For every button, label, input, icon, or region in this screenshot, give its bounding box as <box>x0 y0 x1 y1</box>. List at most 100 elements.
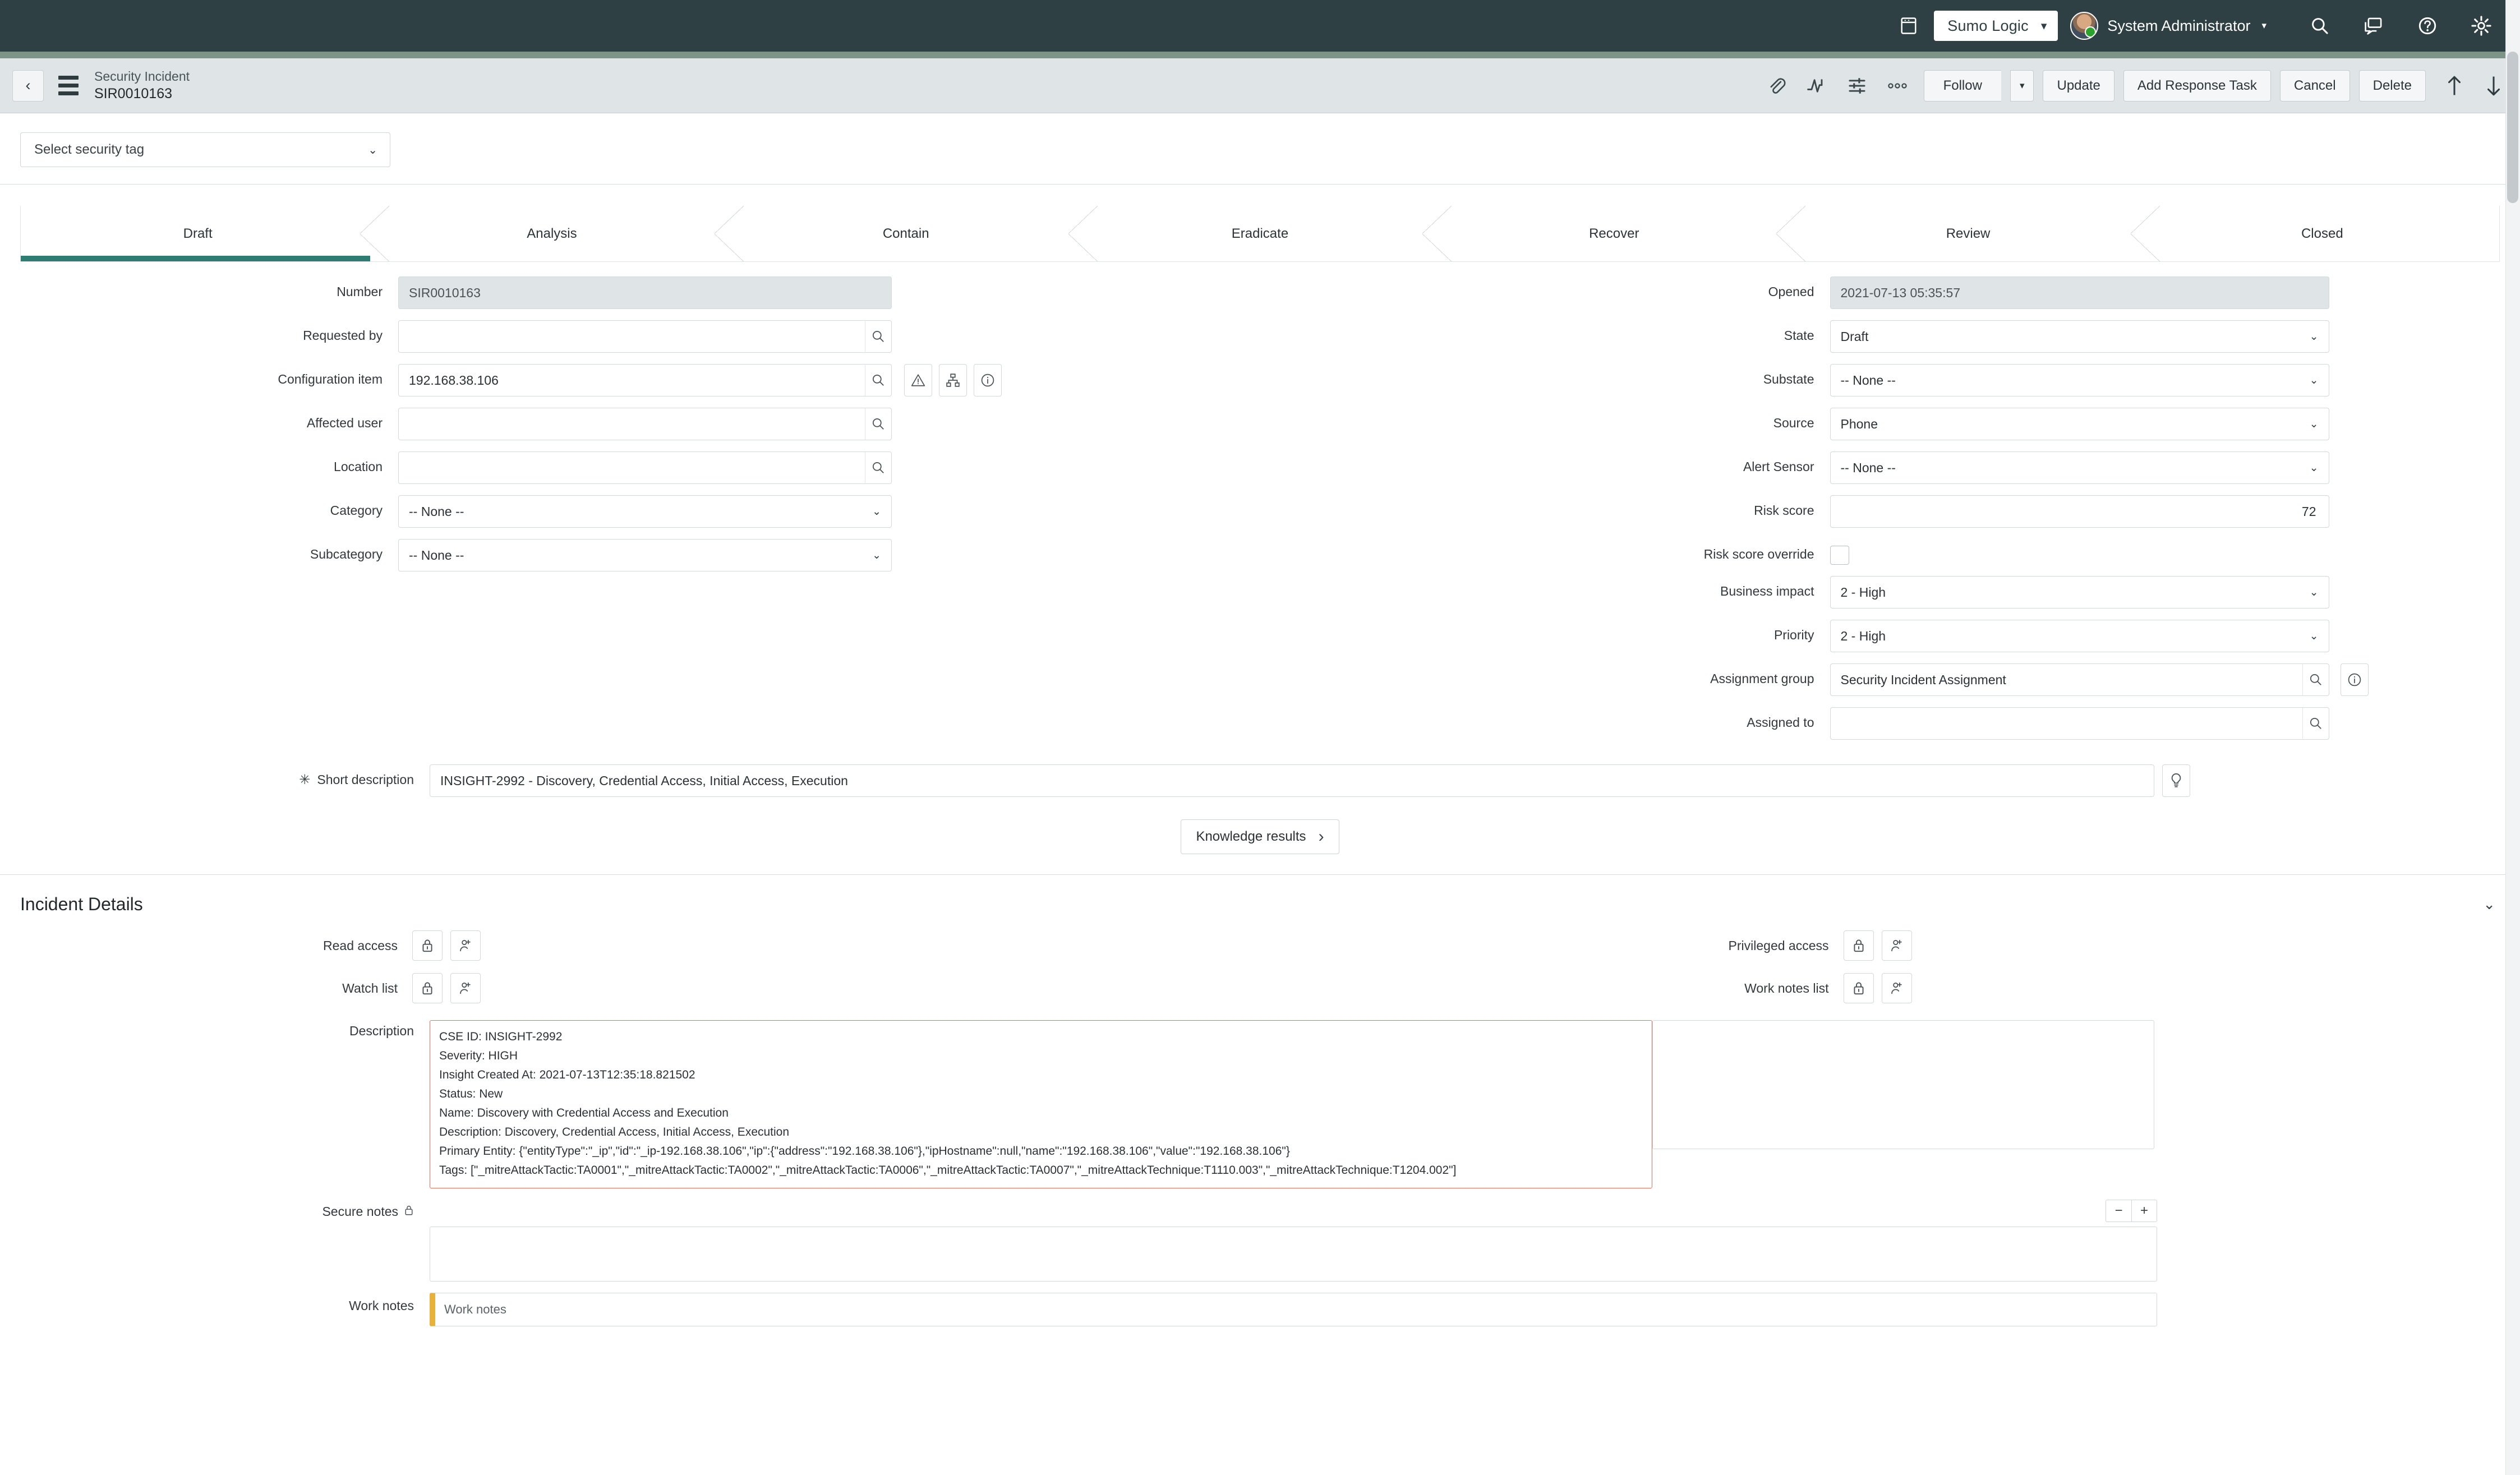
assignment-group-input[interactable]: Security Incident Assignment <box>1830 663 2302 696</box>
add-response-task-button[interactable]: Add Response Task <box>2123 70 2271 102</box>
conversations-icon[interactable] <box>2356 8 2391 43</box>
category-select[interactable]: -- None -- ⌄ <box>398 495 892 528</box>
application-picker[interactable]: Sumo Logic ▾ <box>1934 11 2058 41</box>
delete-button[interactable]: Delete <box>2359 70 2426 102</box>
flow-step-eradicate[interactable]: Eradicate <box>1083 206 1437 261</box>
paperclip-icon[interactable] <box>1765 74 1788 98</box>
cancel-button[interactable]: Cancel <box>2280 70 2350 102</box>
search-icon[interactable] <box>865 451 892 484</box>
secure-notes-textarea[interactable] <box>430 1227 2157 1282</box>
assignment-group-control: Security Incident Assignment <box>1830 663 2369 696</box>
risk-score-input[interactable]: 72 <box>1830 495 2329 528</box>
alert-sensor-select[interactable]: -- None -- ⌄ <box>1830 451 2329 484</box>
flow-step-review[interactable]: Review <box>1791 206 2145 261</box>
lock-icon[interactable] <box>1844 930 1874 961</box>
risk-score-override-checkbox[interactable] <box>1830 546 1849 565</box>
flow-step-draft[interactable]: Draft <box>21 206 375 261</box>
form-body: Number SIR0010163 Requested by C <box>0 262 2520 874</box>
number-input: SIR0010163 <box>398 276 892 309</box>
description-line: Description: Discovery, Credential Acces… <box>439 1123 1643 1142</box>
lock-icon[interactable] <box>412 973 443 1003</box>
info-icon[interactable] <box>2341 663 2369 696</box>
search-icon[interactable] <box>865 364 892 397</box>
add-user-icon[interactable] <box>1882 930 1912 961</box>
search-icon[interactable] <box>865 408 892 440</box>
gear-icon[interactable] <box>2464 8 2499 43</box>
location-label: Location <box>0 451 398 474</box>
sliders-icon[interactable] <box>1845 74 1869 98</box>
chevron-down-icon: ⌄ <box>872 549 881 562</box>
knowledge-results-label: Knowledge results <box>1196 829 1306 845</box>
hierarchy-icon[interactable] <box>939 364 967 397</box>
security-tag-row: Select security tag ⌄ <box>0 113 2520 184</box>
short-description-row: ✳ Short description INSIGHT-2992 - Disco… <box>0 751 2520 797</box>
incident-details-header[interactable]: Incident Details ⌄ <box>0 874 2520 930</box>
state-control: Draft ⌄ <box>1830 320 2329 353</box>
add-user-icon[interactable] <box>1882 973 1912 1003</box>
scrollbar-thumb[interactable] <box>2507 52 2518 203</box>
flow-step-contain[interactable]: Contain <box>729 206 1083 261</box>
secure-notes-label-wrap: Secure notes <box>0 1200 430 1219</box>
add-user-icon[interactable] <box>450 973 481 1003</box>
more-icon[interactable] <box>1886 74 1909 98</box>
source-select[interactable]: Phone ⌄ <box>1830 408 2329 440</box>
update-button[interactable]: Update <box>2043 70 2114 102</box>
priority-select[interactable]: 2 - High ⌄ <box>1830 620 2329 652</box>
warning-icon[interactable] <box>904 364 932 397</box>
subcategory-select[interactable]: -- None -- ⌄ <box>398 539 892 571</box>
risk-score-label: Risk score <box>1260 495 1830 518</box>
follow-button[interactable]: Follow <box>1924 70 2001 102</box>
help-icon[interactable] <box>2410 8 2445 43</box>
substate-select[interactable]: -- None -- ⌄ <box>1830 364 2329 397</box>
state-select[interactable]: Draft ⌄ <box>1830 320 2329 353</box>
back-button[interactable]: ‹ <box>12 70 44 102</box>
location-input[interactable] <box>398 451 865 484</box>
search-icon[interactable] <box>2302 707 2329 740</box>
category-value: -- None -- <box>409 504 464 519</box>
business-impact-select[interactable]: 2 - High ⌄ <box>1830 576 2329 609</box>
secure-notes-control: − + <box>430 1200 2157 1282</box>
search-icon[interactable] <box>865 320 892 353</box>
search-icon[interactable] <box>2302 8 2337 43</box>
follow-dropdown-button[interactable]: ▾ <box>2010 70 2034 102</box>
header-icon-group <box>1765 74 1909 98</box>
add-user-icon[interactable] <box>450 930 481 961</box>
flow-step-label: Draft <box>183 226 213 242</box>
search-icon[interactable] <box>2302 663 2329 696</box>
security-tag-select[interactable]: Select security tag ⌄ <box>20 132 390 167</box>
short-description-input[interactable]: INSIGHT-2992 - Discovery, Credential Acc… <box>430 764 2154 797</box>
secure-notes-row: Secure notes − + <box>0 1200 2520 1282</box>
next-record-icon[interactable] <box>2482 74 2505 98</box>
activity-icon[interactable] <box>1805 74 1828 98</box>
lock-icon[interactable] <box>1844 973 1874 1003</box>
flow-step-closed[interactable]: Closed <box>2145 206 2499 261</box>
field-row-subcategory: Subcategory -- None -- ⌄ <box>0 539 1260 571</box>
chevron-down-icon: ⌄ <box>2310 418 2319 431</box>
requested-by-input[interactable] <box>398 320 865 353</box>
page-scrollbar[interactable] <box>2505 0 2520 1475</box>
description-textarea[interactable]: CSE ID: INSIGHT-2992 Severity: HIGH Insi… <box>430 1020 1652 1188</box>
flow-step-label: Analysis <box>527 226 577 242</box>
context-menu-icon[interactable] <box>58 76 79 95</box>
short-description-label: Short description <box>317 772 414 787</box>
user-menu[interactable]: System Administrator ▾ <box>2070 12 2266 40</box>
flow-top-gap <box>0 185 2520 206</box>
description-line: CSE ID: INSIGHT-2992 <box>439 1027 1643 1047</box>
knowledge-results-button[interactable]: Knowledge results › <box>1181 819 1339 854</box>
assigned-to-input[interactable] <box>1830 707 2302 740</box>
affected-user-label: Affected user <box>0 408 398 431</box>
configuration-item-input[interactable]: 192.168.38.106 <box>398 364 865 397</box>
risk-score-override-label: Risk score override <box>1260 539 1830 562</box>
zoom-out-button[interactable]: − <box>2106 1200 2131 1222</box>
flow-step-analysis[interactable]: Analysis <box>375 206 729 261</box>
previous-record-icon[interactable] <box>2443 74 2466 98</box>
lock-icon[interactable] <box>412 930 443 961</box>
priority-value: 2 - High <box>1841 629 1886 644</box>
flow-step-recover[interactable]: Recover <box>1437 206 1791 261</box>
affected-user-input[interactable] <box>398 408 865 440</box>
zoom-in-button[interactable]: + <box>2131 1200 2157 1222</box>
lightbulb-icon[interactable] <box>2162 764 2190 797</box>
work-notes-textarea[interactable]: Work notes <box>430 1293 2157 1326</box>
window-icon[interactable] <box>1891 8 1926 43</box>
info-icon[interactable] <box>974 364 1002 397</box>
